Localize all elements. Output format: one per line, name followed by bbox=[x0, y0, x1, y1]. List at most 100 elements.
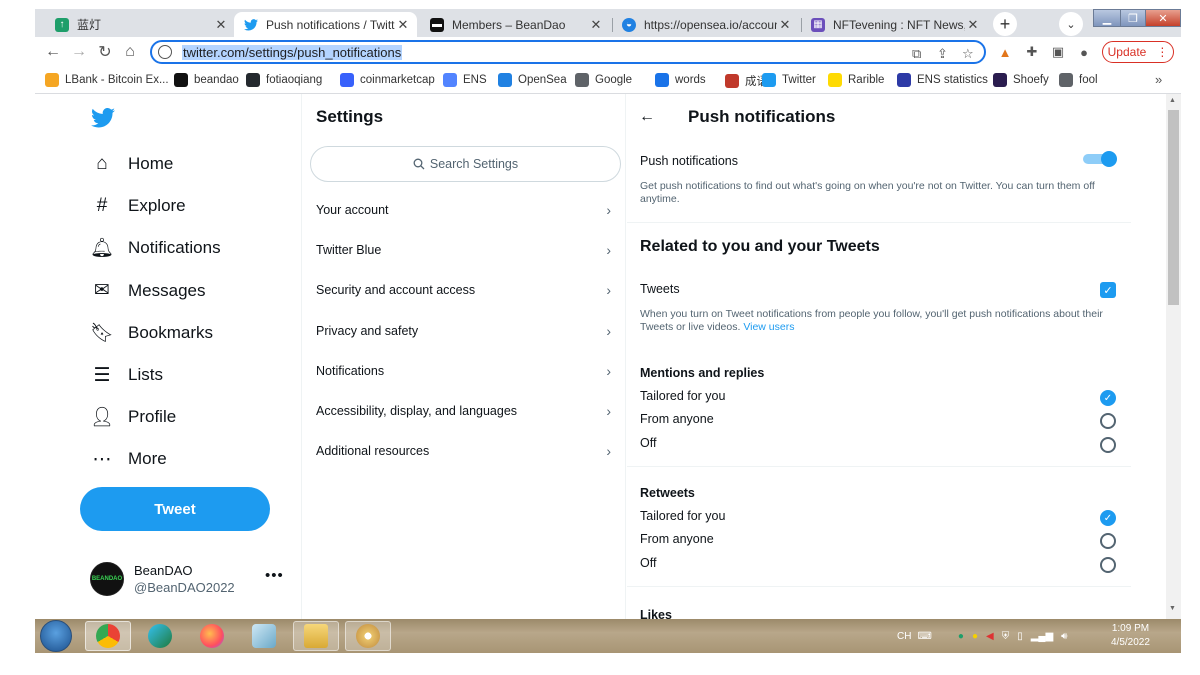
bookmark-item[interactable]: coinmarketcap bbox=[340, 73, 435, 87]
tweets-checkbox[interactable]: ✓ bbox=[1100, 282, 1116, 298]
bookmark-item[interactable]: Twitter bbox=[762, 73, 816, 87]
scrollbar-thumb[interactable] bbox=[1168, 110, 1179, 305]
tab-2[interactable]: ▬ Members – BeanDao ✕ bbox=[420, 12, 610, 37]
close-icon[interactable]: ✕ bbox=[213, 17, 229, 33]
nav-item-profile[interactable]: 👤︎ Profile bbox=[90, 405, 176, 429]
profile-icon[interactable]: ● bbox=[1076, 44, 1092, 60]
taskbar-chrome[interactable] bbox=[85, 621, 131, 651]
forward-button[interactable]: → bbox=[70, 43, 88, 61]
tab-search-button[interactable]: ⌄ bbox=[1059, 12, 1083, 36]
radio-button[interactable]: ✓ bbox=[1100, 510, 1116, 526]
radio-button[interactable] bbox=[1100, 533, 1116, 550]
radio-button[interactable]: ✓ bbox=[1100, 390, 1116, 406]
nav-item-messages[interactable]: ✉ Messages bbox=[90, 279, 205, 303]
close-icon[interactable]: ✕ bbox=[777, 17, 793, 33]
account-switcher[interactable]: BEANDAO BeanDAO @BeanDAO2022 bbox=[90, 562, 235, 596]
search-settings-input[interactable]: Search Settings bbox=[310, 146, 621, 182]
new-tab-button[interactable]: + bbox=[993, 12, 1017, 36]
taskbar-firefox[interactable] bbox=[189, 621, 235, 651]
tab-3[interactable]: ◒ https://opensea.io/account ✕ bbox=[612, 12, 799, 37]
maximize-button[interactable]: ❐ bbox=[1120, 9, 1146, 27]
radio-button[interactable] bbox=[1100, 436, 1116, 453]
beandao-icon: ▬ bbox=[430, 17, 444, 32]
bookmark-item[interactable]: words bbox=[655, 73, 706, 87]
open-in-app-icon[interactable]: ⧉ bbox=[912, 46, 921, 62]
close-icon[interactable]: ✕ bbox=[588, 17, 604, 33]
tray-app-icon[interactable]: ● bbox=[972, 631, 978, 642]
twitter-logo-icon[interactable] bbox=[91, 107, 115, 128]
star-icon[interactable]: ☆ bbox=[962, 46, 974, 62]
bookmark-item[interactable]: ENS statistics bbox=[897, 73, 988, 87]
bookmark-label: ENS statistics bbox=[917, 74, 988, 86]
tab-1[interactable]: Push notifications / Twitter ✕ bbox=[234, 12, 417, 37]
metamask-icon[interactable]: ▲ bbox=[997, 44, 1013, 60]
back-arrow-icon[interactable]: ← bbox=[639, 108, 655, 126]
nav-item-home[interactable]: ⌂ Home bbox=[90, 152, 173, 176]
settings-item[interactable]: Your account › bbox=[302, 190, 625, 230]
settings-item[interactable]: Privacy and safety › bbox=[302, 311, 625, 351]
extensions-icon[interactable]: ✚ bbox=[1024, 44, 1040, 60]
taskbar-edge[interactable] bbox=[137, 621, 183, 651]
tab-0[interactable]: ↑ 蓝灯 ✕ bbox=[45, 12, 235, 37]
clock[interactable]: 1:09 PM 4/5/2022 bbox=[1111, 622, 1150, 650]
share-icon[interactable]: ⇪ bbox=[937, 46, 948, 62]
device-icon[interactable]: ▯ bbox=[1017, 631, 1023, 642]
address-bar[interactable]: twitter.com/settings/push_notifications … bbox=[150, 40, 986, 64]
settings-item[interactable]: Notifications › bbox=[302, 351, 625, 391]
bookmark-item[interactable]: LBank - Bitcoin Ex... bbox=[45, 73, 169, 87]
nav-item-notifications[interactable]: 🔔︎ Notifications bbox=[90, 236, 221, 260]
left-navigation: ⌂ Home # Explore 🔔︎ Notifications ✉ Messages 🔖︎ B… bbox=[35, 94, 301, 619]
settings-item[interactable]: Accessibility, display, and languages › bbox=[302, 391, 625, 431]
speaker-icon[interactable]: ◀ bbox=[986, 631, 994, 642]
bookmark-item[interactable]: beandao bbox=[174, 73, 239, 87]
bookmark-item[interactable]: fool bbox=[1059, 73, 1098, 87]
update-button[interactable]: Update ⋮ bbox=[1102, 41, 1174, 63]
close-icon[interactable]: ✕ bbox=[965, 17, 981, 33]
settings-item[interactable]: Additional resources › bbox=[302, 431, 625, 471]
nav-item-lists[interactable]: ☰ Lists bbox=[90, 363, 163, 387]
bookmark-item[interactable]: Rarible bbox=[828, 73, 884, 87]
bookmark-item[interactable]: ENS bbox=[443, 73, 487, 87]
chevron-right-icon: › bbox=[606, 282, 611, 299]
nav-item-more[interactable]: ⋯ More bbox=[90, 447, 167, 471]
bookmark-item[interactable]: fotiaoqiang bbox=[246, 73, 322, 87]
tab-4[interactable]: ▦ NFTevening : NFT News, Cry ✕ bbox=[801, 12, 987, 37]
bookmarks-overflow-icon[interactable]: » bbox=[1155, 72, 1162, 87]
radio-button[interactable] bbox=[1100, 413, 1116, 430]
home-button[interactable]: ⌂ bbox=[121, 43, 139, 61]
radio-option-label: From anyone bbox=[640, 412, 714, 427]
page-scrollbar[interactable]: ▲ ▼ bbox=[1166, 94, 1181, 619]
volume-icon[interactable]: 🔊︎ bbox=[1061, 631, 1067, 642]
close-window-button[interactable]: ✕ bbox=[1145, 9, 1181, 27]
minimize-button[interactable]: ▁ bbox=[1093, 9, 1121, 27]
taskbar-app[interactable] bbox=[241, 621, 287, 651]
more-horizontal-icon[interactable]: ••• bbox=[265, 567, 284, 584]
taskbar-explorer[interactable] bbox=[293, 621, 339, 651]
tweet-button[interactable]: Tweet bbox=[80, 487, 270, 531]
url-text[interactable]: twitter.com/settings/push_notifications bbox=[182, 44, 403, 60]
scroll-up-icon[interactable]: ▲ bbox=[1169, 97, 1176, 104]
nav-item-explore[interactable]: # Explore bbox=[90, 194, 186, 218]
side-panel-icon[interactable]: ▣ bbox=[1050, 44, 1066, 60]
taskbar-paint[interactable] bbox=[345, 621, 391, 651]
settings-item[interactable]: Security and account access › bbox=[302, 270, 625, 310]
view-users-link[interactable]: View users bbox=[743, 321, 794, 333]
bookmark-item[interactable]: Google bbox=[575, 73, 632, 87]
push-notifications-toggle[interactable] bbox=[1083, 151, 1117, 167]
shield-icon[interactable]: ⛨ bbox=[1002, 631, 1010, 642]
reload-button[interactable]: ↻ bbox=[96, 43, 114, 61]
close-icon[interactable]: ✕ bbox=[395, 17, 411, 33]
bookmark-item[interactable]: OpenSea bbox=[498, 73, 567, 87]
bookmark-item[interactable]: Shoefy bbox=[993, 73, 1049, 87]
scroll-down-icon[interactable]: ▼ bbox=[1169, 605, 1176, 612]
radio-button[interactable] bbox=[1100, 556, 1116, 573]
settings-item[interactable]: Twitter Blue › bbox=[302, 230, 625, 270]
lantern-icon[interactable]: ● bbox=[958, 631, 964, 642]
nav-item-bookmarks[interactable]: 🔖︎ Bookmarks bbox=[90, 321, 213, 345]
bookmark-label: Shoefy bbox=[1013, 74, 1049, 86]
network-icon[interactable]: ▂▄▆ bbox=[1031, 631, 1053, 642]
keyboard-icon[interactable]: ⌨ bbox=[917, 631, 931, 642]
language-indicator[interactable]: CH bbox=[897, 631, 911, 642]
back-button[interactable]: ← bbox=[44, 43, 62, 61]
start-button[interactable] bbox=[40, 620, 72, 652]
